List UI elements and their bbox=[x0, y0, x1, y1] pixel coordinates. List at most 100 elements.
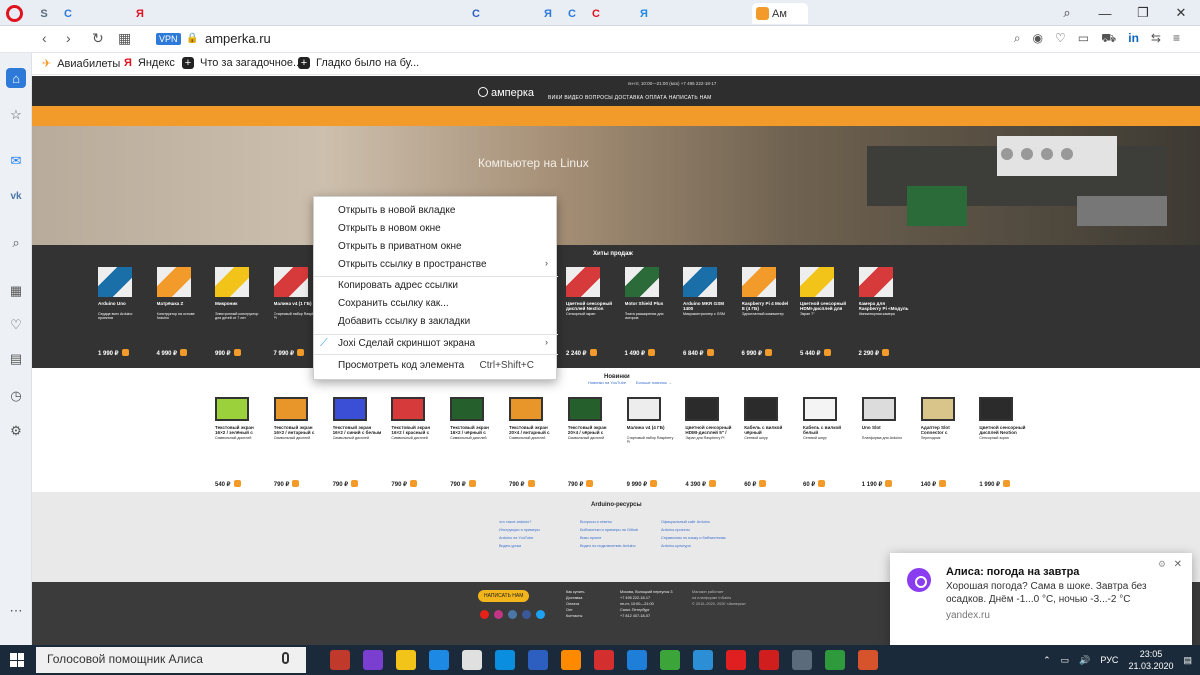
tab-22[interactable]: С bbox=[560, 3, 584, 24]
product-image[interactable] bbox=[624, 267, 659, 297]
active-tab[interactable]: Ам bbox=[752, 3, 808, 24]
tab-16[interactable] bbox=[416, 3, 440, 24]
history-icon[interactable]: ▤ bbox=[6, 349, 26, 369]
product-card[interactable]: Текстовый экран 16×2 / зелёный с чёрнымС… bbox=[215, 394, 265, 488]
minimize-button[interactable]: — bbox=[1086, 0, 1124, 26]
arduino-link[interactable]: Видео-уроки bbox=[499, 542, 540, 550]
product-image[interactable] bbox=[98, 267, 132, 297]
twitter-icon[interactable] bbox=[536, 610, 545, 619]
arduino-link[interactable]: Видео по подключению Arduino bbox=[580, 542, 638, 550]
arduino-link[interactable]: Arduino-культура bbox=[661, 542, 725, 550]
tab-13[interactable] bbox=[344, 3, 368, 24]
product-name[interactable]: Малина v4 (4 ГБ) bbox=[627, 425, 677, 435]
product-image[interactable] bbox=[920, 397, 955, 421]
taskbar-search[interactable]: Голосовой помощник Алиса bbox=[36, 647, 306, 673]
tab-8[interactable] bbox=[224, 3, 248, 24]
clock[interactable]: 23:05 21.03.2020 bbox=[1128, 648, 1173, 672]
heart-icon[interactable]: ♡ bbox=[6, 315, 26, 335]
product-card[interactable]: Текстовый экран 16×2 / синий с белым Симв… bbox=[332, 394, 383, 488]
tab-25[interactable]: Я bbox=[632, 3, 656, 24]
product-name[interactable]: Arduino MKR GSM 1400 bbox=[683, 301, 733, 311]
linkedin-icon[interactable]: in bbox=[1128, 31, 1139, 47]
context-menu-item[interactable]: Открыть в новой вкладке bbox=[338, 205, 455, 216]
product-card[interactable]: Цветной сенсорный дисплей Nextion Enhanc… bbox=[566, 267, 616, 357]
product-name[interactable]: Текстовый экран 16×2 / янтарный с чёрным bbox=[274, 425, 324, 435]
tab-26[interactable] bbox=[656, 3, 680, 24]
arduino-link[interactable]: Официальный сайт Arduino bbox=[661, 518, 725, 526]
bookmark-gladko[interactable]: + Гладко было на бу... bbox=[298, 57, 419, 69]
product-card[interactable]: Малина v4 (4 ГБ) Стартовый набор Raspberr… bbox=[626, 394, 677, 488]
close-icon[interactable]: ✕ bbox=[1174, 559, 1182, 570]
product-card[interactable]: Адаптер Slot Connector с клеммникомПерех… bbox=[920, 394, 971, 488]
search-icon[interactable]: ⌕ bbox=[6, 233, 26, 253]
camera-icon[interactable]: ◉ bbox=[1033, 31, 1043, 47]
tab-18[interactable]: C bbox=[464, 3, 488, 24]
tab-0[interactable]: S bbox=[32, 3, 56, 24]
product-image[interactable] bbox=[979, 397, 1014, 421]
tab-27[interactable] bbox=[680, 3, 704, 24]
bookmark-zagadochnoe[interactable]: + Что за загадочное... bbox=[182, 57, 302, 69]
tab-3[interactable] bbox=[104, 3, 128, 24]
product-card[interactable]: Arduino Uno Сердце всех Arduino проектов 1… bbox=[98, 267, 148, 357]
product-card[interactable]: Микроник Электронный конструктор для дете… bbox=[215, 267, 265, 357]
arduino-link[interactable]: что такое arduino? bbox=[499, 518, 540, 526]
taskbar-app-icon[interactable] bbox=[858, 650, 878, 670]
arduino-link[interactable]: Инструкции и примеры bbox=[499, 526, 540, 534]
product-image[interactable] bbox=[450, 397, 485, 421]
product-image[interactable] bbox=[567, 397, 602, 421]
cart-icon[interactable]: ⛟ bbox=[1101, 31, 1116, 47]
tab-12[interactable] bbox=[320, 3, 344, 24]
product-image[interactable] bbox=[215, 267, 249, 297]
product-image[interactable] bbox=[156, 267, 191, 297]
product-name[interactable]: Цветной сенсорный HDMI-дисплей для Raspb… bbox=[800, 301, 850, 311]
hero-banner[interactable]: Компьютер на Linux bbox=[32, 126, 1200, 245]
vk-icon[interactable]: vk bbox=[6, 186, 26, 206]
product-name[interactable]: Камера для Raspberry Pi «Модуль FPC» bbox=[859, 301, 909, 311]
product-image[interactable] bbox=[509, 397, 543, 421]
taskbar-app-icon[interactable] bbox=[495, 650, 515, 670]
tab-10[interactable] bbox=[272, 3, 296, 24]
product-image[interactable] bbox=[391, 397, 426, 421]
network-icon[interactable]: ▭ bbox=[1061, 655, 1070, 666]
product-name[interactable]: Текстовый экран 20×4 / янтарный с чёрным bbox=[509, 425, 559, 435]
apps-icon[interactable]: ▦ bbox=[6, 281, 26, 301]
vk-icon[interactable] bbox=[508, 610, 517, 619]
tab-11[interactable] bbox=[296, 3, 320, 24]
arduino-link[interactable]: Справочник по языку и библиотекам bbox=[661, 534, 725, 542]
language-indicator[interactable]: РУС bbox=[1100, 655, 1118, 665]
product-name[interactable]: Цветной сенсорный HDMI-дисплей 5″ / 800×… bbox=[685, 425, 735, 435]
product-card[interactable]: Камера для Raspberry Pi «Модуль FPC»Мини… bbox=[858, 267, 909, 357]
product-name[interactable]: Текстовый экран 16×2 / зелёный с чёрным bbox=[215, 425, 265, 435]
arduino-link[interactable]: Библиотеки и примеры на Github bbox=[580, 526, 638, 534]
bookmark-icon[interactable]: ♡ bbox=[1055, 31, 1066, 47]
product-image[interactable] bbox=[626, 397, 661, 421]
tab-6[interactable] bbox=[176, 3, 200, 24]
product-name[interactable]: Матрёшка Z bbox=[157, 301, 207, 311]
tab-28[interactable] bbox=[704, 3, 728, 24]
new-youtube-link[interactable]: Новинки на YouTube bbox=[588, 380, 626, 385]
product-name[interactable]: Текстовый экран 20×4 / чёрный с зелёным bbox=[568, 425, 618, 435]
product-card[interactable]: Текстовый экран 16×2 / янтарный с чёрным… bbox=[273, 394, 324, 488]
more-new-link[interactable]: Больше новинок → bbox=[636, 380, 672, 385]
tab-21[interactable]: Я bbox=[536, 3, 560, 24]
arduino-link[interactable]: Вопросы и ответы bbox=[580, 518, 638, 526]
product-card[interactable]: Текстовый экран 20×4 / янтарный с чёрным… bbox=[509, 394, 559, 488]
arduino-link[interactable]: Arduino на YouTube bbox=[499, 534, 540, 542]
product-card[interactable]: Текстовый экран 16×2 / красный с чёрнымС… bbox=[391, 394, 441, 488]
taskbar-app-icon[interactable] bbox=[462, 650, 482, 670]
product-card[interactable]: Цветной сенсорный HDMI-дисплей 5″ / 800×… bbox=[685, 394, 735, 488]
tab-2[interactable] bbox=[80, 3, 104, 24]
tab-29[interactable] bbox=[728, 3, 752, 24]
chevron-up-icon[interactable]: ⌃ bbox=[1043, 655, 1051, 666]
home-icon[interactable]: ⌂ bbox=[6, 68, 26, 88]
product-card[interactable]: Цветной сенсорный дисплей Nextion Enhanc… bbox=[979, 394, 1029, 488]
product-name[interactable]: Цветной сенсорный дисплей Nextion Enhanc… bbox=[979, 425, 1029, 435]
product-name[interactable]: Текстовый экран 16×2 / чёрный с зелёным bbox=[450, 425, 500, 435]
footer-link[interactable]: +7 812 407-18-07 bbox=[620, 613, 673, 619]
notifications-icon[interactable]: ▤ bbox=[1183, 655, 1192, 666]
taskbar-app-icon[interactable] bbox=[363, 650, 383, 670]
product-image[interactable] bbox=[273, 267, 308, 297]
product-card[interactable]: Uno Slot Платформа для Arduino 1 190 ₽ bbox=[861, 394, 912, 488]
product-name[interactable]: Motor Shield Plus bbox=[625, 301, 675, 311]
reload-icon[interactable]: ↻ bbox=[92, 30, 104, 47]
